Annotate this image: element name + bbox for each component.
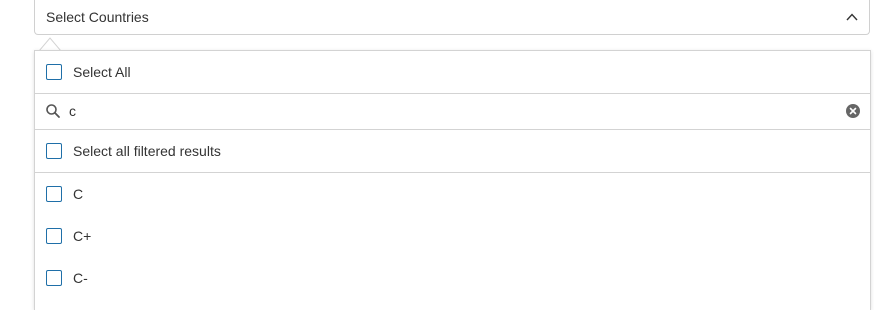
option-checkbox[interactable]	[46, 186, 62, 202]
option-checkbox[interactable]	[46, 228, 62, 244]
option-checkbox[interactable]	[46, 270, 62, 286]
select-all-label: Select All	[73, 64, 131, 80]
option-label: C	[73, 186, 84, 202]
country-select[interactable]: Select Countries	[34, 0, 870, 35]
select-all-row[interactable]: Select All	[35, 51, 870, 94]
search-input[interactable]	[69, 102, 829, 120]
select-filtered-checkbox[interactable]	[46, 143, 62, 159]
select-filtered-row[interactable]: Select all filtered results	[35, 130, 870, 173]
select-label: Select Countries	[46, 9, 149, 25]
select-filtered-label: Select all filtered results	[73, 143, 221, 159]
search-icon	[46, 104, 60, 118]
option-item[interactable]: C	[35, 173, 870, 215]
search-row	[35, 94, 870, 130]
country-dropdown: Select All Select all filtered results C…	[34, 50, 871, 310]
clear-icon[interactable]	[846, 104, 860, 118]
option-label: C-	[73, 270, 88, 286]
chevron-up-icon[interactable]	[845, 10, 859, 24]
select-all-checkbox[interactable]	[46, 64, 62, 80]
option-label: C+	[73, 228, 92, 244]
option-item[interactable]: C-	[35, 257, 870, 299]
option-item[interactable]: C+	[35, 215, 870, 257]
